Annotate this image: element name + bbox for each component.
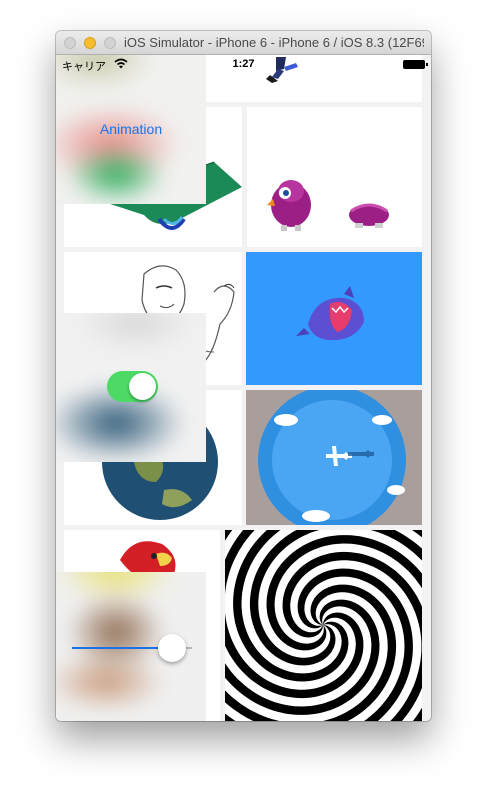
minimize-window-button[interactable] [84,37,96,49]
animation-panel: Animation [56,55,206,204]
window-titlebar: iOS Simulator - iPhone 6 - iPhone 6 / iO… [56,31,431,55]
gif-cell-spiral[interactable] [225,530,422,721]
slider-track-filled[interactable] [72,647,172,649]
device-screen: キャリア 1:27 Animation [56,55,431,721]
simulator-window: iOS Simulator - iPhone 6 - iPhone 6 / iO… [56,31,431,721]
gif-cell-shark[interactable] [246,252,422,385]
animation-button[interactable]: Animation [56,121,206,137]
window-title: iOS Simulator - iPhone 6 - iPhone 6 / iO… [124,35,424,50]
shark-gif [296,286,364,341]
status-time: 1:27 [232,58,255,70]
gif-cell-monsters[interactable] [247,107,422,247]
zoom-window-button[interactable] [104,37,116,49]
hypnotic-spiral-gif [225,530,422,721]
close-window-button[interactable] [64,37,76,49]
toggle-switch-knob[interactable] [129,373,156,400]
slider-thumb[interactable] [158,634,186,662]
gif-cell-airplane-globe[interactable] [246,390,422,525]
battery-icon [403,60,428,69]
slider-panel [56,572,206,721]
airplane-globe-gif [258,390,406,525]
toggle-switch[interactable] [107,371,158,402]
ios-status-bar: キャリア 1:27 [56,55,431,75]
switch-panel [56,313,206,462]
purple-monsters-gif [267,180,389,231]
